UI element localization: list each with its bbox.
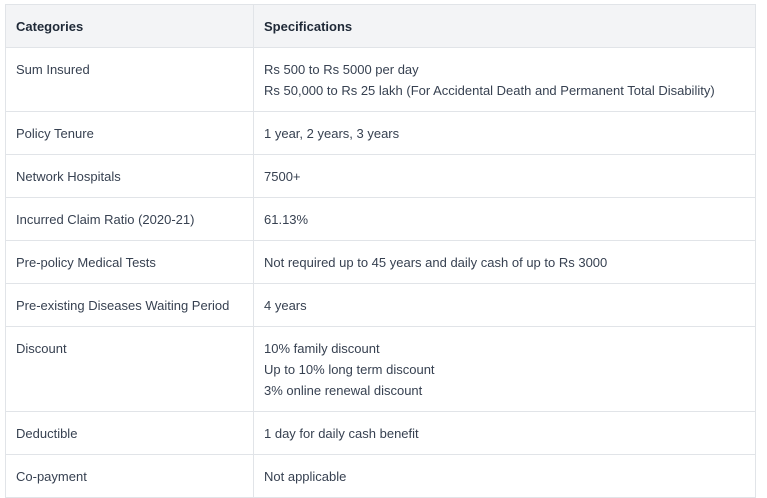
- spec-line: 4 years: [264, 298, 307, 313]
- spec-cell: 1 day for daily cash benefit: [253, 411, 756, 455]
- spec-cell: Not applicable: [253, 454, 756, 498]
- table-row: Deductible 1 day for daily cash benefit: [5, 411, 756, 455]
- category-cell: Pre-policy Medical Tests: [5, 240, 254, 284]
- table-row: Network Hospitals 7500+: [5, 154, 756, 198]
- table-row: Pre-existing Diseases Waiting Period 4 y…: [5, 283, 756, 327]
- spec-cell: 61.13%: [253, 197, 756, 241]
- table-row: Incurred Claim Ratio (2020-21) 61.13%: [5, 197, 756, 241]
- spec-cell: 7500+: [253, 154, 756, 198]
- spec-cell: Not required up to 45 years and daily ca…: [253, 240, 756, 284]
- spec-cell: Rs 500 to Rs 5000 per day Rs 50,000 to R…: [253, 47, 756, 112]
- category-cell: Discount: [5, 326, 254, 412]
- header-categories: Categories: [5, 4, 254, 48]
- category-cell: Network Hospitals: [5, 154, 254, 198]
- spec-cell: 10% family discount Up to 10% long term …: [253, 326, 756, 412]
- spec-line: 1 year, 2 years, 3 years: [264, 126, 400, 141]
- spec-cell: 4 years: [253, 283, 756, 327]
- spec-line: 3% online renewal discount: [264, 383, 423, 398]
- spec-line: Up to 10% long term discount: [264, 362, 435, 377]
- table-header-row: Categories Specifications: [5, 4, 756, 48]
- spec-line: 61.13%: [264, 212, 309, 227]
- spec-line: Not required up to 45 years and daily ca…: [264, 255, 608, 270]
- category-cell: Sum Insured: [5, 47, 254, 112]
- category-cell: Pre-existing Diseases Waiting Period: [5, 283, 254, 327]
- spec-line: Not applicable: [264, 469, 347, 484]
- spec-cell: 1 year, 2 years, 3 years: [253, 111, 756, 155]
- table-row: Co-payment Not applicable: [5, 454, 756, 498]
- header-specifications: Specifications: [253, 4, 756, 48]
- spec-table-container: Categories Specifications Sum Insured Rs…: [5, 4, 756, 498]
- category-cell: Co-payment: [5, 454, 254, 498]
- spec-line: 7500+: [264, 169, 301, 184]
- category-cell: Policy Tenure: [5, 111, 254, 155]
- spec-line: 1 day for daily cash benefit: [264, 426, 419, 441]
- spec-line: Rs 500 to Rs 5000 per day: [264, 62, 419, 77]
- table-row: Discount 10% family discount Up to 10% l…: [5, 326, 756, 412]
- category-cell: Incurred Claim Ratio (2020-21): [5, 197, 254, 241]
- table-row: Policy Tenure 1 year, 2 years, 3 years: [5, 111, 756, 155]
- spec-line: Rs 50,000 to Rs 25 lakh (For Accidental …: [264, 83, 715, 98]
- table-row: Sum Insured Rs 500 to Rs 5000 per day Rs…: [5, 47, 756, 112]
- table-row: Pre-policy Medical Tests Not required up…: [5, 240, 756, 284]
- spec-line: 10% family discount: [264, 341, 380, 356]
- specifications-table: Categories Specifications Sum Insured Rs…: [5, 4, 756, 498]
- category-cell: Deductible: [5, 411, 254, 455]
